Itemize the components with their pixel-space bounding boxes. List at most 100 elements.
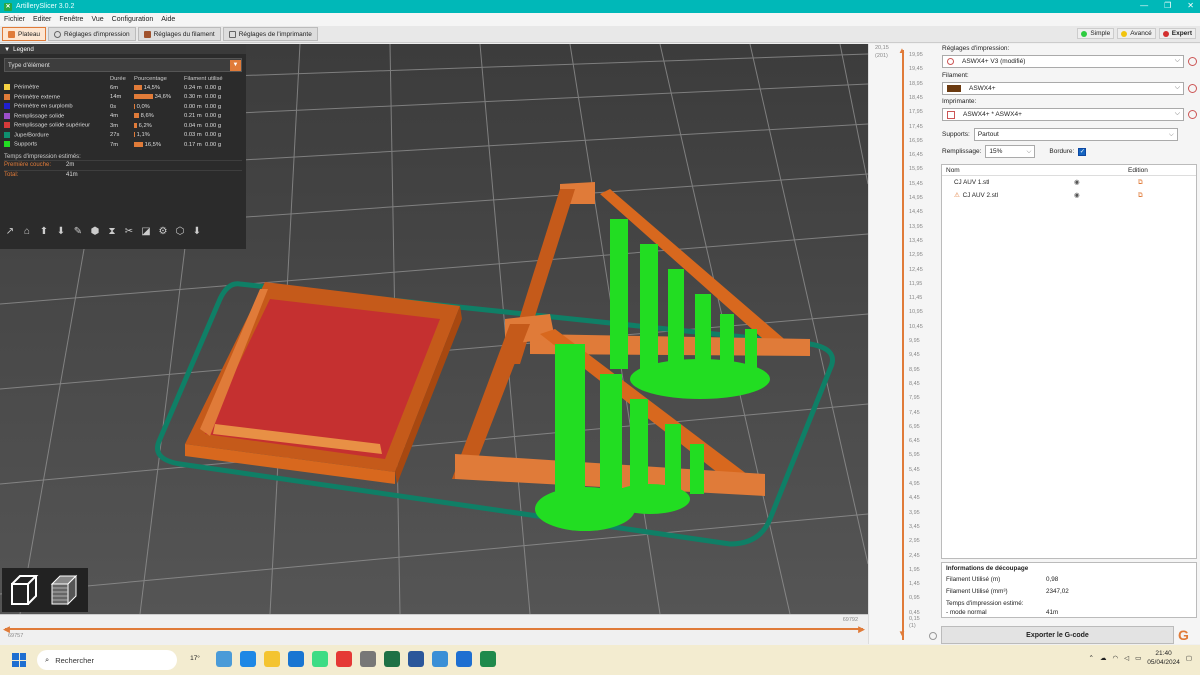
retraction-icon[interactable]: ⬆ <box>38 225 50 239</box>
layer-bottom-thumb-icon[interactable]: ▼ <box>898 629 906 638</box>
mode-advanced[interactable]: Avancé <box>1117 28 1156 39</box>
notification-icon[interactable]: ▢ <box>1186 654 1192 662</box>
wifi-icon[interactable]: ◠ <box>1112 654 1118 662</box>
wipe-icon[interactable]: ⌂ <box>21 225 33 239</box>
close-button[interactable]: ✕ <box>1187 1 1194 10</box>
legend-row[interactable]: Remplissage solide 4m 8,6% 0.21 m 0.00 g <box>4 112 242 122</box>
infill-label: Remplissage: <box>942 148 982 155</box>
clock[interactable]: 21:40 05/04/2024 <box>1147 649 1180 667</box>
layer-tick-label: 10,45 <box>909 323 923 330</box>
horizontal-move-slider[interactable]: ◀ ▶ 69757 69792 <box>0 614 868 640</box>
legend-header[interactable]: ▼ Legend <box>0 44 246 54</box>
color-swatch <box>4 84 10 91</box>
eye-icon[interactable]: ◉ <box>1074 179 1080 186</box>
file-explorer-icon[interactable] <box>264 651 280 667</box>
tab-printer-settings[interactable]: Réglages de l'imprimante <box>222 27 318 41</box>
cog-icon[interactable] <box>929 632 937 640</box>
artillery-slicer-active-icon[interactable] <box>480 651 496 667</box>
edit-print-settings-icon[interactable] <box>1188 57 1197 66</box>
title-bar: ✕ ArtillerySlicer 3.0.2 — ❐ ✕ <box>0 0 1200 13</box>
pause-icon[interactable]: ✂ <box>123 225 135 239</box>
android-studio-icon[interactable] <box>312 651 328 667</box>
tab-filament-settings[interactable]: Réglages du filament <box>137 27 221 41</box>
brim-checkbox[interactable]: ✓ <box>1078 147 1087 156</box>
chrome-icon[interactable] <box>336 651 352 667</box>
word-icon[interactable] <box>408 651 424 667</box>
weather-widget[interactable]: 17° <box>182 651 208 667</box>
seams-icon[interactable]: ✎ <box>72 225 84 239</box>
printer-select[interactable]: ASWX4+ * ASWX4+ ⌵ <box>942 108 1184 121</box>
edit-object-icon[interactable]: ⧉ <box>1138 192 1143 200</box>
filament-select[interactable]: ASWX4+ ⌵ <box>942 82 1184 95</box>
edit-printer-icon[interactable] <box>1188 110 1197 119</box>
slider-right-thumb-icon[interactable]: ▶ <box>858 624 865 635</box>
tab-print-settings[interactable]: Réglages d'impression <box>48 27 136 41</box>
layer-tick-label: 3,45 <box>909 523 920 530</box>
deretraction-icon[interactable]: ⬇ <box>55 225 67 239</box>
dropdown-arrow-icon: ▼ <box>230 59 241 71</box>
battery-icon[interactable]: ▭ <box>1135 654 1141 662</box>
cube-layers-icon[interactable] <box>46 572 82 608</box>
layer-top-thumb-icon[interactable]: ▲ <box>898 46 906 55</box>
travel-icon[interactable]: ↗ <box>4 225 16 239</box>
excel-icon[interactable] <box>384 651 400 667</box>
cube-wireframe-icon[interactable] <box>6 572 42 608</box>
layer-tick-label: 8,45 <box>909 380 920 387</box>
color-swatch <box>4 93 10 100</box>
tab-plateau[interactable]: Plateau <box>2 27 47 41</box>
slider-track[interactable] <box>5 628 863 630</box>
legend-row[interactable]: Supports 7m 16,5% 0.17 m 0.00 g <box>4 140 242 150</box>
artillery-slicer-icon[interactable] <box>432 651 448 667</box>
mail-icon[interactable] <box>288 651 304 667</box>
widgets-icon[interactable] <box>216 651 232 667</box>
mode-simple[interactable]: Simple <box>1077 28 1115 39</box>
layer-tick-label: 12,95 <box>909 252 923 259</box>
legend-row[interactable]: Périmètre externe 14m 34,6% 0.30 m 0.00 g <box>4 93 242 103</box>
custom-gcode-icon[interactable]: ◪ <box>140 225 152 239</box>
maximize-button[interactable]: ❐ <box>1164 1 1171 10</box>
legend-row[interactable]: Jupe/Bordure 27s 1,1% 0.03 m 0.00 g <box>4 131 242 141</box>
gcode-viewer-icon[interactable]: G <box>1178 627 1196 643</box>
shells-icon[interactable]: ⬡ <box>174 225 186 239</box>
speaker-icon[interactable]: ◁ <box>1124 654 1129 662</box>
tool-change-icon[interactable]: ⬢ <box>89 225 101 239</box>
settings-icon[interactable] <box>360 651 376 667</box>
menu-fenetre[interactable]: Fenêtre <box>59 16 83 23</box>
edit-filament-icon[interactable] <box>1188 84 1197 93</box>
tool-marker-icon[interactable]: ⬇ <box>191 225 203 239</box>
layer-slider[interactable]: 20,15 (201) ▲ ▼ 19,95 19,45 18,95 18,45 17,9… <box>868 44 938 644</box>
infill-select[interactable]: 15% ⌵ <box>985 145 1036 158</box>
layer-tick-label: 14,95 <box>909 195 923 201</box>
legend-row[interactable]: Remplissage solide supérieur 3m 6,2% 0.04 … <box>4 121 242 131</box>
supports-select[interactable]: Partout ⌵ <box>973 128 1178 141</box>
menu-editer[interactable]: Editer <box>33 16 51 23</box>
menu-aide[interactable]: Aide <box>161 16 175 23</box>
menu-bar: Fichier Editer Fenêtre Vue Configuration… <box>0 13 1200 26</box>
menu-vue[interactable]: Vue <box>91 16 103 23</box>
taskbar-search[interactable]: ⌕ Rechercher <box>37 650 177 670</box>
layer-slider-track[interactable] <box>902 50 904 640</box>
eye-icon[interactable]: ◉ <box>1074 192 1080 199</box>
layer-tick-label: 3,95 <box>909 509 920 516</box>
menu-fichier[interactable]: Fichier <box>4 16 25 23</box>
mode-expert[interactable]: Expert <box>1158 28 1196 39</box>
object-row[interactable]: CJ AUV 1.stl ◉ ⧉ <box>942 176 1196 189</box>
menu-configuration[interactable]: Configuration <box>112 16 154 23</box>
printer-icon <box>947 110 955 119</box>
onedrive-icon[interactable]: ☁ <box>1100 654 1107 662</box>
minimize-button[interactable]: — <box>1140 1 1148 10</box>
legend-row[interactable]: Périmètre en surplomb 0s 0,0% 0.00 m 0.00 … <box>4 102 242 112</box>
print-settings-select[interactable]: ASWX4+ V3 (modifié) ⌵ <box>942 55 1184 68</box>
edit-object-icon[interactable]: ⧉ <box>1138 179 1143 187</box>
layer-tick-label: 6,95 <box>909 423 920 430</box>
windows-start-icon[interactable] <box>12 653 26 667</box>
object-row[interactable]: ⚠ CJ AUV 2.stl ◉ ⧉ <box>942 189 1196 202</box>
legend-row[interactable]: Périmètre 6m 14,5% 0.24 m 0.00 g <box>4 83 242 93</box>
legend-type-select[interactable]: Type d'élément ▼ <box>4 58 242 72</box>
export-gcode-button[interactable]: Exporter le G-code <box>941 626 1174 644</box>
color-change-icon[interactable]: ⧗ <box>106 225 118 239</box>
chevron-up-icon[interactable]: ⌃ <box>1089 654 1094 662</box>
cog-icon[interactable]: ⚙ <box>157 225 169 239</box>
cura-icon[interactable] <box>456 651 472 667</box>
edge-icon[interactable] <box>240 651 256 667</box>
